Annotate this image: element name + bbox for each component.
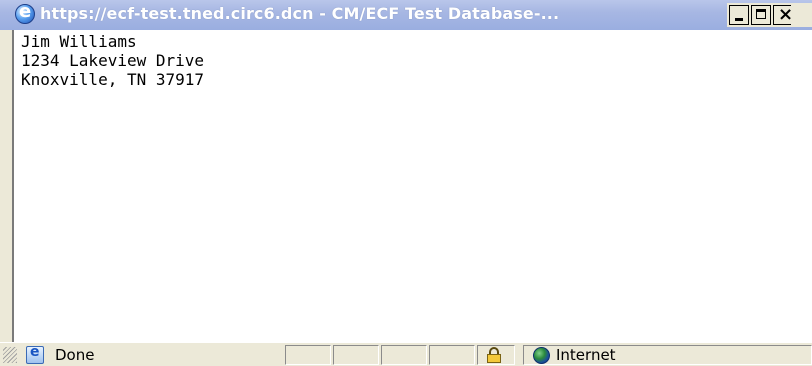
globe-icon <box>533 347 550 364</box>
maximize-button[interactable] <box>751 5 771 25</box>
window-title: https://ecf-test.tned.circ6.dcn - CM/ECF… <box>40 4 560 23</box>
address-name: Jim Williams <box>21 32 137 51</box>
address-street: 1234 Lakeview Drive <box>21 51 205 70</box>
status-text: Done <box>55 346 95 364</box>
resize-grip-icon[interactable] <box>3 347 17 363</box>
status-panel <box>381 345 427 365</box>
security-zone-label: Internet <box>556 346 616 364</box>
close-button[interactable] <box>773 5 791 25</box>
status-panel <box>429 345 475 365</box>
ie-icon[interactable] <box>15 1 35 24</box>
status-panel <box>333 345 379 365</box>
status-bar: Done Internet <box>0 342 812 366</box>
title-bar[interactable]: https://ecf-test.tned.circ6.dcn - CM/ECF… <box>0 0 812 30</box>
status-panel <box>285 345 331 365</box>
lock-icon[interactable] <box>486 347 502 363</box>
page-content: Jim Williams 1234 Lakeview Drive Knoxvil… <box>18 32 808 342</box>
window-left-frame <box>0 0 14 366</box>
minimize-button[interactable] <box>729 5 749 25</box>
window-controls <box>727 3 812 27</box>
address-city-state-zip: Knoxville, TN 37917 <box>21 70 205 89</box>
page-done-icon <box>26 344 44 364</box>
